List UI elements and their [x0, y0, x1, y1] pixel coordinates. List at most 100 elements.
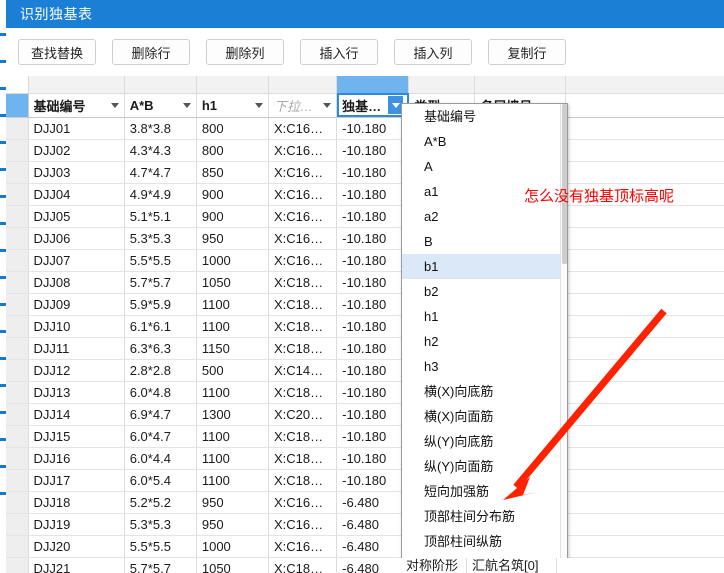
table-row[interactable]: DJJ05 5.1*5.1 900 X:C16@1... -10.180: [6, 205, 724, 228]
table-cell[interactable]: X:C18@1...: [268, 315, 338, 338]
table-cell[interactable]: 6.0*4.4: [124, 447, 197, 470]
table-row[interactable]: DJJ13 6.0*4.8 1100 X:C18@1... -10.180: [6, 381, 724, 404]
table-cell[interactable]: 950: [196, 491, 270, 514]
row-header-cell[interactable]: [6, 557, 29, 573]
table-cell[interactable]: X:C16@1...: [268, 183, 338, 206]
table-cell[interactable]: 6.3*6.3: [124, 337, 197, 360]
table-cell[interactable]: [565, 293, 724, 316]
row-header-cell[interactable]: [6, 139, 29, 162]
table-cell[interactable]: DJJ11: [28, 337, 125, 360]
table-cell[interactable]: X:C20@1...: [268, 403, 338, 426]
row-header-cell[interactable]: [6, 117, 29, 140]
column-header-4[interactable]: 下拉选择: [268, 93, 338, 118]
table-cell[interactable]: X:C16@1...: [268, 513, 338, 536]
table-cell[interactable]: [565, 139, 724, 162]
table-cell[interactable]: -10.180: [336, 469, 410, 492]
table-cell[interactable]: -10.180: [336, 271, 410, 294]
chevron-down-icon[interactable]: [110, 102, 119, 108]
delete-column-button[interactable]: 删除列: [206, 39, 285, 65]
table-cell[interactable]: DJJ13: [28, 381, 125, 404]
row-header-cell[interactable]: [6, 337, 29, 360]
table-cell[interactable]: 5.7*5.7: [124, 271, 197, 294]
column-header-5[interactable]: 独基底...: [336, 93, 410, 118]
table-cell[interactable]: 5.2*5.2: [124, 491, 197, 514]
table-cell[interactable]: 1000: [196, 535, 270, 558]
table-row[interactable]: DJJ18 5.2*5.2 950 X:C16@1... -6.480: [6, 491, 724, 514]
table-row[interactable]: DJJ10 6.1*6.1 1100 X:C18@1... -10.180: [6, 315, 724, 338]
table-cell[interactable]: X:C16@1...: [268, 249, 338, 272]
table-cell[interactable]: 6.0*5.4: [124, 469, 197, 492]
row-header-cell[interactable]: [6, 513, 29, 536]
bottom-row-cell[interactable]: 汇航名筑[0]: [467, 558, 557, 573]
table-cell[interactable]: 1300: [196, 403, 270, 426]
select-all-cell[interactable]: [6, 93, 29, 118]
table-cell[interactable]: [565, 403, 724, 426]
table-cell[interactable]: [565, 249, 724, 272]
table-cell[interactable]: 1100: [196, 425, 270, 448]
table-cell[interactable]: [565, 359, 724, 382]
table-cell[interactable]: X:C16@1...: [268, 139, 338, 162]
table-cell[interactable]: 1050: [196, 557, 270, 573]
table-cell[interactable]: DJJ07: [28, 249, 125, 272]
dropdown-item[interactable]: 顶部柱间纵筋: [402, 529, 567, 554]
table-cell[interactable]: -10.180: [336, 205, 410, 228]
table-cell[interactable]: X:C16@1...: [268, 227, 338, 250]
table-cell[interactable]: 800: [196, 139, 270, 162]
table-cell[interactable]: X:C16@1...: [268, 161, 338, 184]
row-header-cell[interactable]: [6, 425, 29, 448]
table-row[interactable]: DJJ03 4.7*4.7 850 X:C16@1... -10.180: [6, 161, 724, 184]
table-cell[interactable]: 900: [196, 205, 270, 228]
table-cell[interactable]: X:C18@1...: [268, 337, 338, 360]
dropdown-item[interactable]: b2: [402, 279, 567, 304]
dropdown-scrollbar[interactable]: [560, 104, 567, 558]
table-cell[interactable]: 5.9*5.9: [124, 293, 197, 316]
table-cell[interactable]: X:C16@1...: [268, 491, 338, 514]
table-cell[interactable]: X:C18@1...: [268, 557, 338, 573]
table-cell[interactable]: -10.180: [336, 139, 410, 162]
table-cell[interactable]: DJJ03: [28, 161, 125, 184]
column-band-cell[interactable]: [124, 76, 197, 94]
table-cell[interactable]: X:C18@1...: [268, 293, 338, 316]
table-cell[interactable]: X:C18@1...: [268, 425, 338, 448]
column-band-cell[interactable]: [336, 76, 410, 94]
dropdown-item[interactable]: A*B: [402, 129, 567, 154]
table-row[interactable]: DJJ17 6.0*5.4 1100 X:C18@1... -10.180: [6, 469, 724, 492]
table-cell[interactable]: [565, 535, 724, 558]
table-cell[interactable]: -10.180: [336, 381, 410, 404]
table-cell[interactable]: 800: [196, 117, 270, 140]
table-cell[interactable]: DJJ15: [28, 425, 125, 448]
corner-cell[interactable]: [6, 76, 29, 94]
table-cell[interactable]: DJJ01: [28, 117, 125, 140]
table-row[interactable]: DJJ19 5.3*5.3 950 X:C16@1... -6.480: [6, 513, 724, 536]
dropdown-item[interactable]: 短向加强筋: [402, 479, 567, 504]
table-cell[interactable]: -10.180: [336, 359, 410, 382]
table-cell[interactable]: -10.180: [336, 447, 410, 470]
table-row[interactable]: DJJ12 2.8*2.8 500 X:C14@2... -10.180: [6, 359, 724, 382]
dropdown-item[interactable]: a1: [402, 179, 567, 204]
row-header-cell[interactable]: [6, 227, 29, 250]
table-cell[interactable]: [565, 227, 724, 250]
table-cell[interactable]: 900: [196, 183, 270, 206]
table-cell[interactable]: DJJ20: [28, 535, 125, 558]
table-cell[interactable]: [565, 381, 724, 404]
table-cell[interactable]: X:C16@1...: [268, 117, 338, 140]
data-grid[interactable]: 基础编号A*Bh1下拉选择独基底...类型名层墙号DJJ013.8*3.8800…: [6, 76, 724, 573]
table-cell[interactable]: X:C16@1...: [268, 535, 338, 558]
table-cell[interactable]: 4.9*4.9: [124, 183, 197, 206]
table-cell[interactable]: 1100: [196, 469, 270, 492]
dropdown-item[interactable]: 基础编号: [402, 104, 567, 129]
table-cell[interactable]: [565, 469, 724, 492]
dropdown-item[interactable]: 横(X)向面筋: [402, 404, 567, 429]
table-cell[interactable]: DJJ09: [28, 293, 125, 316]
find-replace-button[interactable]: 查找替换: [18, 39, 97, 65]
table-cell[interactable]: X:C18@1...: [268, 447, 338, 470]
chevron-down-icon[interactable]: [182, 102, 191, 108]
table-cell[interactable]: 6.0*4.8: [124, 381, 197, 404]
table-cell[interactable]: 6.1*6.1: [124, 315, 197, 338]
row-header-cell[interactable]: [6, 293, 29, 316]
table-cell[interactable]: DJJ21: [28, 557, 125, 573]
row-header-cell[interactable]: [6, 491, 29, 514]
table-cell[interactable]: 5.3*5.3: [124, 227, 197, 250]
table-cell[interactable]: DJJ08: [28, 271, 125, 294]
dropdown-item[interactable]: h3: [402, 354, 567, 379]
